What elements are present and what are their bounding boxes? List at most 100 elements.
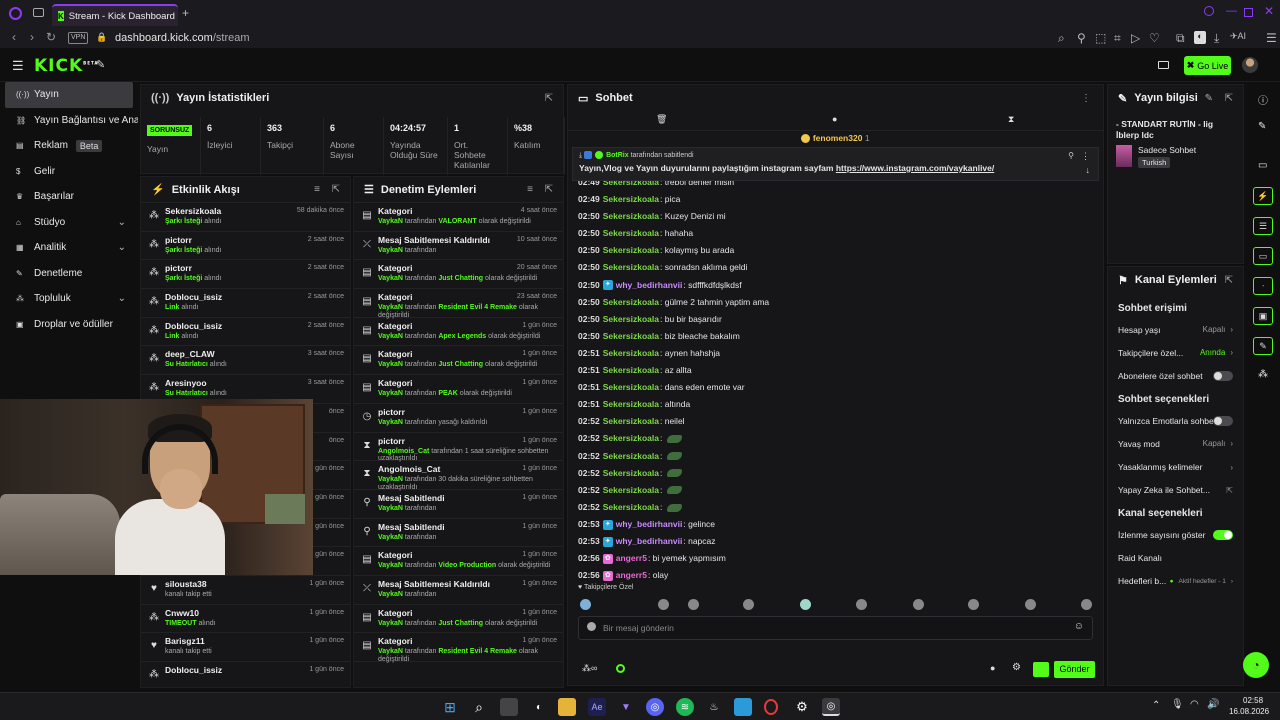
- chat-message[interactable]: 02:52 Sekersizkoala:: [568, 499, 1103, 516]
- chat-username[interactable]: Sekersizkoala: [603, 245, 659, 255]
- activity-row[interactable]: ⁂ Sekersizkoala 58 dakika önce Şarkı İsteği…: [141, 203, 350, 232]
- chat-username[interactable]: Sekersizkoala: [603, 262, 659, 272]
- moderation-row[interactable]: ▤ Kategori 1 gün önce VaykaN tarafından Jus…: [354, 346, 563, 376]
- unpin-icon[interactable]: ⚲: [1068, 151, 1074, 160]
- chat-username[interactable]: Sekersizkoala: [603, 382, 659, 392]
- chat-message[interactable]: 02:50 Sekersizkoala: kolaymış bu arada: [568, 242, 1103, 259]
- clock-time[interactable]: 02:58: [1243, 696, 1263, 705]
- chat-message[interactable]: 02:56 ✿ angerr5: bi yemek yapmısım: [568, 550, 1103, 567]
- go-live-button[interactable]: ✖ Go Live: [1184, 56, 1231, 75]
- chat-username[interactable]: Sekersizkoala: [603, 365, 659, 375]
- recent-emote-icon[interactable]: [688, 599, 699, 610]
- recent-emote-icon[interactable]: [913, 599, 924, 610]
- popout-icon[interactable]: ⇱: [1225, 275, 1233, 286]
- recent-emote-icon[interactable]: [1025, 599, 1036, 610]
- chat-message[interactable]: 02:52 Sekersizkoala: neilel: [568, 413, 1103, 430]
- rail-chat-button[interactable]: ▭: [1253, 247, 1273, 265]
- chat-username[interactable]: why_bedirhanvii: [616, 519, 683, 529]
- hamburger-menu-icon[interactable]: ☰: [12, 58, 24, 74]
- opera-gx-icon[interactable]: ◎: [822, 698, 840, 716]
- snapshot-icon[interactable]: ⬚: [1095, 31, 1106, 45]
- chat-bubble-icon[interactable]: ●: [990, 663, 995, 673]
- steam-icon[interactable]: ♨: [705, 698, 723, 716]
- task-view-icon[interactable]: [500, 698, 518, 716]
- profile-ext-icon[interactable]: ◐: [1194, 31, 1206, 44]
- help-chat-button[interactable]: ◔: [1243, 652, 1269, 678]
- popout-icon[interactable]: ⇱: [1225, 93, 1233, 104]
- rail-more-icon[interactable]: ⁂: [1258, 369, 1268, 380]
- recent-emote-icon[interactable]: [580, 599, 591, 610]
- moderation-row[interactable]: ▤ Kategori 1 gün önce VaykaN tarafından PEA…: [354, 375, 563, 404]
- filter-icon[interactable]: ≡: [527, 184, 533, 195]
- ai-chat-row[interactable]: Yapay Zeka ile Sohbet... ⇱: [1108, 479, 1243, 502]
- chat-mode-icon[interactable]: ●: [832, 114, 837, 124]
- chat-username[interactable]: Sekersizkoala: [603, 331, 659, 341]
- followers-only-row[interactable]: Takipçilere özel... Anında ›: [1108, 341, 1243, 364]
- banned-words-row[interactable]: Yasaklanmış kelimeler ›: [1108, 455, 1243, 478]
- chat-username[interactable]: Sekersizkoala: [603, 433, 659, 443]
- pinned-more-icon[interactable]: ⋮: [1081, 151, 1090, 162]
- chat-message[interactable]: 02:56 ✿ angerr5: olay: [568, 567, 1103, 584]
- back-icon[interactable]: ‹: [12, 30, 16, 44]
- top-supporter[interactable]: fenomen320 1: [568, 131, 1103, 145]
- close-window-button[interactable]: ✕: [1264, 4, 1274, 18]
- chat-username[interactable]: Sekersizkoala: [603, 416, 659, 426]
- windows-start-icon[interactable]: ⊞: [441, 698, 459, 716]
- send-button[interactable]: Gönder: [1054, 661, 1095, 678]
- clock-date[interactable]: 16.08.2026: [1229, 707, 1269, 716]
- kick-logo[interactable]: KICKBETA: [34, 56, 98, 76]
- moderation-row[interactable]: ▤ Kategori 23 saat önce VaykaN tarafından R…: [354, 289, 563, 319]
- chat-message[interactable]: 02:52 Sekersizkoala:: [568, 465, 1103, 482]
- kick-points-icon[interactable]: [616, 664, 625, 673]
- moderation-row[interactable]: ⚲ Mesaj Sabitlendi 1 gün önce VaykaN tarafı…: [354, 519, 563, 548]
- account-age-row[interactable]: Hesap yaşı Kapalı ›: [1108, 318, 1243, 341]
- activity-row[interactable]: ⁂ Cnww10 1 gün önce TIMEOUT alındı: [141, 605, 350, 634]
- moderation-row[interactable]: ▤ Kategori 1 gün önce VaykaN tarafından Ape…: [354, 318, 563, 347]
- emoji-icon[interactable]: ☺: [1074, 621, 1084, 632]
- recent-emote-icon[interactable]: [968, 599, 979, 610]
- subscribers-only-toggle[interactable]: [1213, 371, 1233, 382]
- chat-message[interactable]: 02:50 Sekersizkoala: gülme 2 tahmin yapti…: [568, 294, 1103, 311]
- moderation-row[interactable]: ▤ Kategori 20 saat önce VaykaN tarafından J…: [354, 260, 563, 290]
- moderation-row[interactable]: ▤ Kategori 1 gün önce VaykaN tarafından Jus…: [354, 605, 563, 634]
- maximize-button[interactable]: [1244, 8, 1253, 17]
- chat-message[interactable]: 02:51 Sekersizkoala: az allta: [568, 362, 1103, 379]
- vpn-badge[interactable]: VPN: [68, 32, 89, 44]
- chat-username[interactable]: Sekersizkoala: [603, 468, 659, 478]
- activity-row[interactable]: ⁂ Doblocu_issiz 1 gün önce: [141, 662, 350, 687]
- chat-message[interactable]: 02:49 Sekersizkoala: pica: [568, 191, 1103, 208]
- pinned-expand-icon[interactable]: ↓: [1086, 165, 1091, 175]
- rail-info-button[interactable]: ✎: [1253, 337, 1273, 355]
- pinned-link[interactable]: https://www.instagram.com/vaykanlive/: [836, 163, 994, 173]
- file-explorer-icon[interactable]: [558, 698, 576, 716]
- pin-icon[interactable]: ⚲: [1077, 31, 1086, 45]
- chat-username[interactable]: angerr5: [616, 570, 647, 580]
- popout-icon[interactable]: ⇱: [545, 93, 553, 104]
- app-icon[interactable]: [734, 698, 752, 716]
- rail-channel-button[interactable]: ▣: [1253, 307, 1273, 325]
- discord-icon[interactable]: ◎: [646, 698, 664, 716]
- widget-icon[interactable]: ◐: [530, 698, 548, 716]
- edit-icon[interactable]: ✎: [1205, 93, 1213, 104]
- chat-message[interactable]: 02:51 Sekersizkoala: dans eden emote var: [568, 379, 1103, 396]
- trash-icon[interactable]: 🗑: [656, 114, 667, 125]
- sidebar-item-1[interactable]: ⛓ Yayın Bağlantısı ve Anahtar: [0, 108, 138, 134]
- settings-icon[interactable]: ⚙: [793, 698, 811, 716]
- activity-row[interactable]: ♥ Barisgz11 1 gün önce kanalı takip etti: [141, 633, 350, 662]
- kick-emote-icon[interactable]: [1033, 662, 1049, 677]
- hourglass-icon[interactable]: ⧗: [1008, 114, 1014, 125]
- tray-chevron-icon[interactable]: ⌃: [1152, 700, 1160, 711]
- creator-tools-icon[interactable]: ✎: [96, 58, 105, 71]
- chat-message[interactable]: 02:50 Sekersizkoala: bu bir başarıdır: [568, 311, 1103, 328]
- chat-message[interactable]: 02:53 ✦ why_bedirhanvii: napcaz: [568, 533, 1103, 550]
- opera-logo-icon[interactable]: [9, 7, 22, 20]
- chat-username[interactable]: Sekersizkoala: [603, 194, 659, 204]
- moderation-row[interactable]: ▤ Kategori 1 gün önce VaykaN tarafından Vid…: [354, 547, 563, 576]
- chat-username[interactable]: angerr5: [616, 553, 647, 563]
- recent-emote-icon[interactable]: [856, 599, 867, 610]
- chat-message[interactable]: 02:52 Sekersizkoala:: [568, 482, 1103, 499]
- download-icon[interactable]: ⤓: [1214, 31, 1219, 46]
- reload-icon[interactable]: ↻: [46, 30, 56, 44]
- spotify-icon[interactable]: ≋: [676, 698, 694, 716]
- sidebar-item-5[interactable]: ⌂ Stüdyo ⌄: [0, 210, 138, 236]
